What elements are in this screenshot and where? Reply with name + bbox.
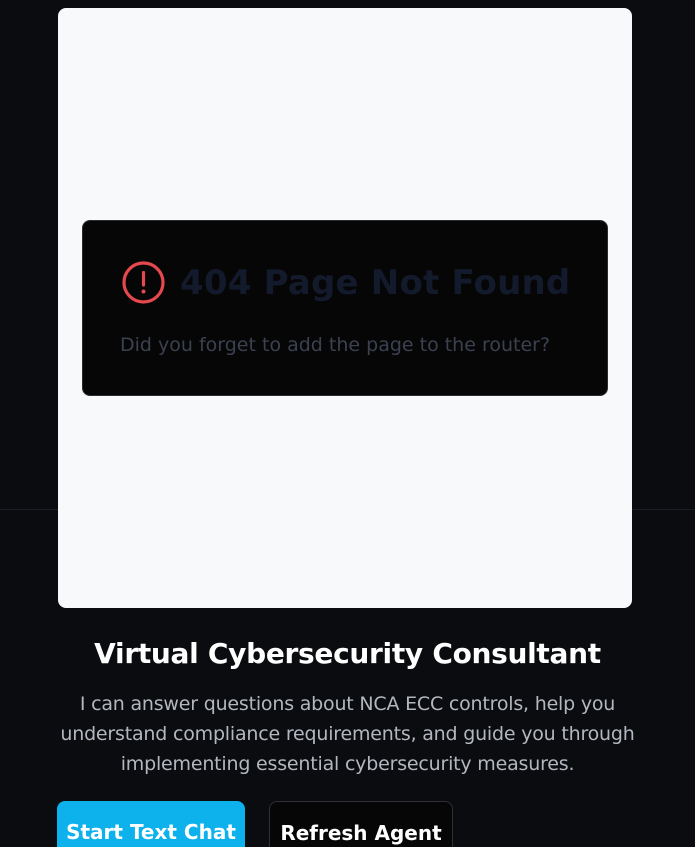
page: 404 Page Not Found Did you forget to add… bbox=[0, 0, 695, 847]
not-found-message: Did you forget to add the page to the ro… bbox=[120, 334, 551, 356]
not-found-title: 404 Page Not Found bbox=[180, 262, 571, 303]
consultant-description: I can answer questions about NCA ECC con… bbox=[60, 693, 635, 775]
refresh-agent-button[interactable]: Refresh Agent bbox=[269, 801, 453, 847]
alert-circle-icon bbox=[122, 261, 165, 304]
not-found-card: 404 Page Not Found Did you forget to add… bbox=[82, 220, 608, 396]
start-text-chat-button[interactable]: Start Text Chat bbox=[57, 801, 245, 847]
consultant-title: Virtual Cybersecurity Consultant bbox=[94, 637, 601, 670]
not-found-header: 404 Page Not Found bbox=[121, 260, 570, 305]
